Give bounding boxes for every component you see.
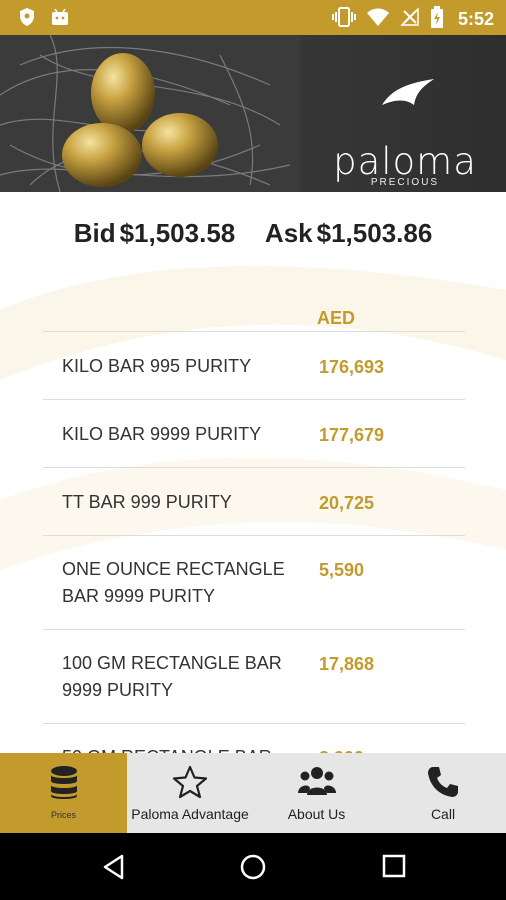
table-row[interactable]: 100 GM RECTANGLE BAR 9999 PURITY 17,868 [43,630,465,724]
nav-about-us[interactable]: About Us [253,753,380,833]
database-icon [49,765,79,806]
table-row[interactable]: ONE OUNCE RECTANGLE BAR 9999 PURITY 5,59… [43,536,465,630]
brand-tagline: PRECIOUS [370,177,440,188]
product-price: 5,590 [319,560,365,580]
ask-label: Ask [264,218,313,248]
android-icon [50,8,70,31]
dove-icon [382,79,434,105]
product-name: ONE OUNCE RECTANGLE BAR 9999 PURITY [62,559,285,606]
table-row[interactable]: TT BAR 999 PURITY 20,725 [43,468,465,536]
product-name: TT BAR 999 PURITY [62,492,232,512]
paloma-logo: paloma PRECIOUS [330,75,480,190]
status-bar: 5:52 [0,0,506,35]
battery-charging-icon [430,6,444,33]
nav-prices[interactable]: Prices [0,753,127,833]
shield-icon [18,7,36,32]
wifi-icon [366,7,390,32]
table-row[interactable]: KILO BAR 9999 PURITY 177,679 [43,400,465,468]
bid-value: $1,503.58 [119,218,236,248]
currency-header: AED [317,308,356,328]
price-table: AED KILO BAR 995 PURITY 176,693 KILO BAR… [43,300,465,764]
recents-icon[interactable] [381,853,407,884]
product-price: 176,693 [319,357,385,377]
bid-ask-line: Bid $1,503.58 Ask $1,503.86 [0,218,506,249]
nav-call[interactable]: Call [380,753,506,833]
vibrate-icon [331,6,356,33]
phone-icon [426,765,460,804]
table-row[interactable]: KILO BAR 995 PURITY 176,693 [43,332,465,400]
golden-eggs-nest-image [0,35,300,192]
bid-label: Bid [73,218,116,248]
users-icon [297,765,336,802]
nav-label: About Us [287,806,346,822]
no-signal-icon [400,7,420,32]
product-price: 177,679 [319,425,385,445]
product-name: KILO BAR 995 PURITY [62,356,252,376]
star-icon [172,765,208,804]
home-icon[interactable] [239,853,267,886]
status-time: 5:52 [457,9,494,29]
ask-value: $1,503.86 [316,218,433,248]
header-banner: paloma PRECIOUS [0,35,506,192]
nav-label: Prices [50,810,76,820]
product-price: 20,725 [319,493,375,513]
system-nav-bar [0,833,506,900]
product-name: 100 GM RECTANGLE BAR 9999 PURITY [62,653,282,700]
bottom-nav: Prices Paloma Advantage About Us Call [0,753,506,833]
nav-label: Call [430,806,456,822]
product-price: 17,868 [319,654,375,674]
product-name: KILO BAR 9999 PURITY [62,424,262,444]
nav-label: Paloma Advantage [131,806,249,822]
nav-paloma-advantage[interactable]: Paloma Advantage [127,753,253,833]
brand-name: paloma [333,140,477,183]
table-header: AED [43,300,465,332]
back-icon[interactable] [100,853,128,886]
